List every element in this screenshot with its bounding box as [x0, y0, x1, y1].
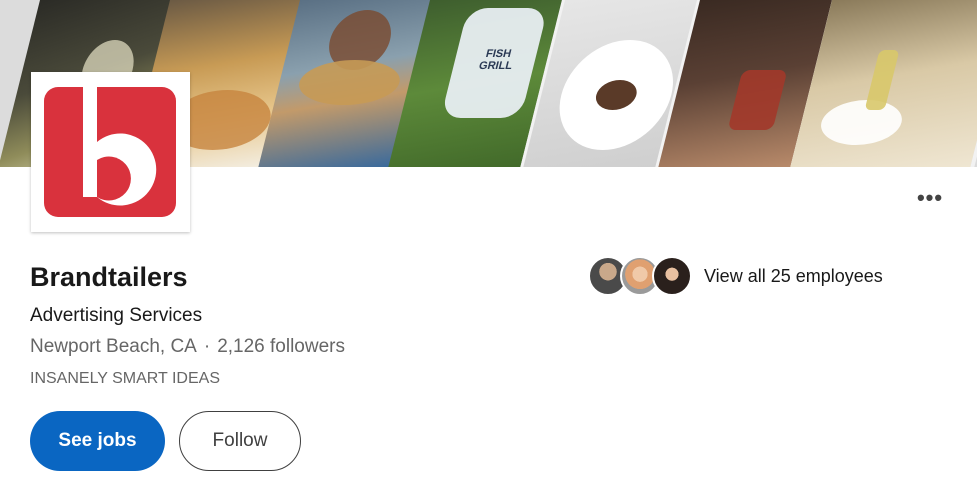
meta-separator: · — [203, 336, 211, 357]
view-employees-label: View all 25 employees — [704, 265, 883, 286]
company-logo[interactable] — [31, 72, 190, 232]
company-name: Brandtailers — [30, 262, 188, 292]
follow-button[interactable]: Follow — [179, 411, 301, 471]
brandtailers-b-logo-icon — [44, 87, 176, 217]
view-employees-link[interactable]: View all 25 employees — [588, 256, 883, 296]
company-industry: Advertising Services — [30, 305, 203, 326]
bag-label: FISH GRILL — [477, 48, 514, 72]
company-location: Newport Beach, CA — [30, 336, 197, 357]
company-meta: Newport Beach, CA · 2,126 followers — [30, 336, 345, 358]
more-options-button[interactable]: ••• — [910, 185, 950, 210]
follower-count[interactable]: 2,126 followers — [217, 336, 345, 357]
employee-avatar — [652, 256, 692, 296]
see-jobs-button[interactable]: See jobs — [30, 411, 165, 471]
more-horizontal-icon: ••• — [916, 185, 944, 210]
company-tagline: INSANELY SMART IDEAS — [30, 370, 220, 387]
